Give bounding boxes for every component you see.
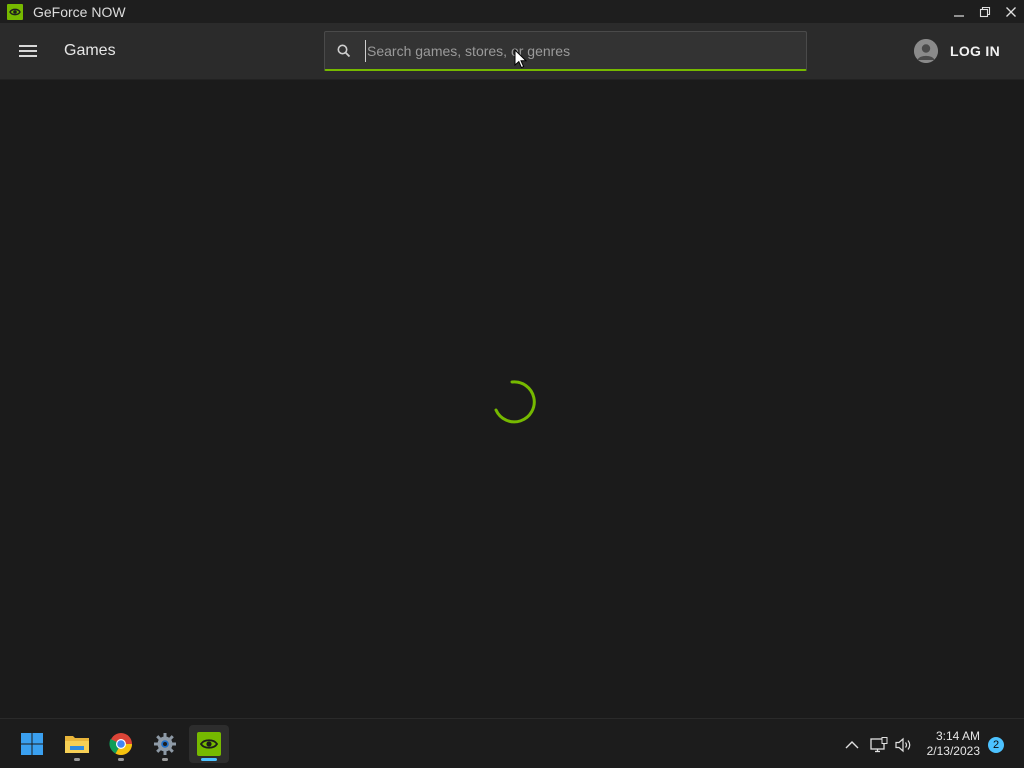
close-button[interactable] [998, 0, 1024, 23]
minimize-icon [954, 14, 964, 17]
window-title: GeForce NOW [33, 3, 126, 20]
running-indicator [162, 758, 168, 761]
chrome-icon [109, 733, 132, 755]
volume-button[interactable] [895, 736, 913, 754]
login-label: LOG IN [949, 43, 1000, 59]
screen: GeForce NOW Games Search games, stores, … [0, 0, 1024, 768]
start-button[interactable] [12, 725, 52, 763]
restore-button[interactable] [972, 0, 998, 23]
search-icon [337, 44, 351, 58]
window-titlebar: GeForce NOW [0, 0, 1024, 23]
hamburger-icon [19, 45, 37, 57]
network-icon [870, 737, 888, 753]
nvidia-logo-icon [7, 3, 23, 20]
restore-icon [979, 6, 991, 17]
clock-date: 2/13/2023 [926, 744, 980, 758]
taskbar-chrome[interactable] [101, 725, 141, 763]
minimize-button[interactable] [946, 0, 972, 23]
taskbar-file-explorer[interactable] [57, 725, 97, 763]
running-indicator [74, 758, 80, 761]
show-hidden-icons-button[interactable] [843, 736, 861, 754]
mouse-cursor-icon [514, 49, 528, 69]
active-indicator [201, 758, 217, 761]
network-button[interactable] [870, 736, 888, 754]
loading-spinner-icon [494, 380, 536, 424]
page-title: Games [64, 42, 116, 59]
clock-time: 3:14 AM [935, 729, 980, 743]
windows-start-icon [21, 733, 43, 755]
settings-icon [154, 733, 176, 755]
search-box[interactable] [324, 31, 807, 71]
hamburger-menu-button[interactable] [12, 37, 44, 65]
running-indicator [118, 758, 124, 761]
file-explorer-icon [65, 736, 89, 753]
taskbar-clock[interactable]: 3:14 AM 2/13/2023 [927, 729, 980, 759]
app-header: Games LOG IN [0, 23, 1024, 80]
geforce-now-icon [197, 732, 221, 756]
main-content [0, 80, 1024, 716]
chevron-up-icon [845, 741, 859, 749]
search-input[interactable] [365, 40, 797, 62]
notification-badge[interactable]: 2 [988, 737, 1004, 753]
taskbar-settings[interactable] [145, 725, 185, 763]
taskbar-geforce-now[interactable] [189, 725, 229, 763]
taskbar: 3:14 AM 2/13/2023 2 [0, 718, 1024, 768]
volume-icon [895, 737, 911, 753]
window-controls [946, 0, 1024, 23]
close-icon [1006, 6, 1016, 17]
avatar-icon [913, 39, 938, 63]
login-button[interactable]: LOG IN [913, 39, 1000, 63]
